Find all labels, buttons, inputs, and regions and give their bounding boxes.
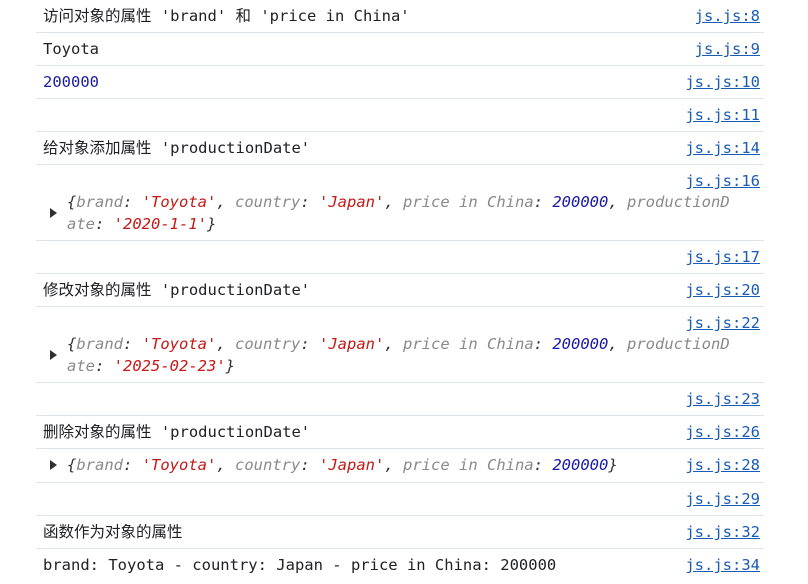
object-preview[interactable]: {brand: 'Toyota', country: 'Japan', pric…	[67, 191, 772, 235]
object-key: price in China	[403, 193, 534, 211]
expand-arrow-icon[interactable]	[50, 208, 57, 218]
console-panel: 访问对象的属性 'brand' 和 'price in China' js.js…	[0, 0, 808, 584]
log-text: Toyota	[43, 40, 99, 58]
object-value: '2020-1-1'	[113, 215, 207, 233]
source-link[interactable]: js.js:32	[685, 521, 760, 543]
object-value: 'Toyota'	[141, 456, 217, 474]
console-object-message: js.js:28 {brand: 'Toyota', country: 'Jap…	[36, 449, 764, 483]
source-link[interactable]: js.js:29	[685, 488, 760, 510]
source-link[interactable]: js.js:20	[685, 279, 760, 301]
log-text: 给对象添加属性 'productionDate'	[43, 139, 311, 157]
object-key: ate	[67, 215, 95, 233]
object-key: productionD	[627, 335, 730, 353]
log-number: 200000	[43, 73, 99, 91]
console-message: 删除对象的属性 'productionDate' js.js:26	[36, 416, 764, 449]
object-key: country	[235, 193, 301, 211]
object-key: country	[235, 335, 301, 353]
source-link[interactable]: js.js:28	[685, 454, 760, 476]
object-key: country	[235, 456, 301, 474]
source-link[interactable]: js.js:26	[685, 421, 760, 443]
console-message: brand: Toyota - country: Japan - price i…	[36, 549, 764, 584]
source-link[interactable]: js.js:9	[695, 38, 760, 60]
log-text: 访问对象的属性 'brand' 和 'price in China'	[43, 7, 410, 25]
console-message: 函数作为对象的属性 js.js:32	[36, 516, 764, 549]
source-link[interactable]: js.js:11	[685, 104, 760, 126]
console-object-message: js.js:16 {brand: 'Toyota', country: 'Jap…	[36, 165, 764, 241]
console-object-message: js.js:22 {brand: 'Toyota', country: 'Jap…	[36, 307, 764, 383]
object-value: 'Japan'	[319, 456, 385, 474]
expand-arrow-icon[interactable]	[50, 350, 57, 360]
source-link[interactable]: js.js:34	[685, 554, 760, 576]
console-message: 修改对象的属性 'productionDate' js.js:20	[36, 274, 764, 307]
object-value: 200000	[552, 335, 609, 353]
console-message: js.js:17	[36, 241, 764, 274]
console-message: 给对象添加属性 'productionDate' js.js:14	[36, 132, 764, 165]
object-value: 'Japan'	[319, 193, 385, 211]
object-key: brand	[76, 193, 124, 211]
object-value: 200000	[552, 193, 609, 211]
object-value: 200000	[552, 456, 609, 474]
object-key: brand	[76, 335, 124, 353]
object-preview[interactable]: {brand: 'Toyota', country: 'Japan', pric…	[67, 333, 772, 377]
object-key: productionD	[627, 193, 730, 211]
log-text: brand: Toyota - country: Japan - price i…	[43, 556, 557, 574]
console-message: js.js:23	[36, 383, 764, 416]
source-link[interactable]: js.js:22	[685, 312, 760, 334]
source-link[interactable]: js.js:8	[695, 5, 760, 27]
object-key: price in China	[403, 456, 534, 474]
console-message: 200000 js.js:10	[36, 66, 764, 99]
expand-arrow-icon[interactable]	[50, 460, 57, 470]
object-value: '2025-02-23'	[113, 357, 226, 375]
log-text: 删除对象的属性 'productionDate'	[43, 423, 311, 441]
object-preview[interactable]: {brand: 'Toyota', country: 'Japan', pric…	[67, 454, 687, 476]
source-link[interactable]: js.js:14	[685, 137, 760, 159]
object-value: 'Toyota'	[141, 335, 217, 353]
object-value: 'Toyota'	[141, 193, 217, 211]
source-link[interactable]: js.js:16	[685, 170, 760, 192]
source-link[interactable]: js.js:17	[685, 246, 760, 268]
console-message: 访问对象的属性 'brand' 和 'price in China' js.js…	[36, 0, 764, 33]
object-key: brand	[76, 456, 124, 474]
source-link[interactable]: js.js:23	[685, 388, 760, 410]
log-text: 修改对象的属性 'productionDate'	[43, 281, 311, 299]
console-message: Toyota js.js:9	[36, 33, 764, 66]
console-message: js.js:11	[36, 99, 764, 132]
log-text: 函数作为对象的属性	[43, 523, 183, 541]
object-value: 'Japan'	[319, 335, 385, 353]
object-key: price in China	[403, 335, 534, 353]
source-link[interactable]: js.js:10	[685, 71, 760, 93]
object-key: ate	[67, 357, 95, 375]
console-message: js.js:29	[36, 483, 764, 516]
